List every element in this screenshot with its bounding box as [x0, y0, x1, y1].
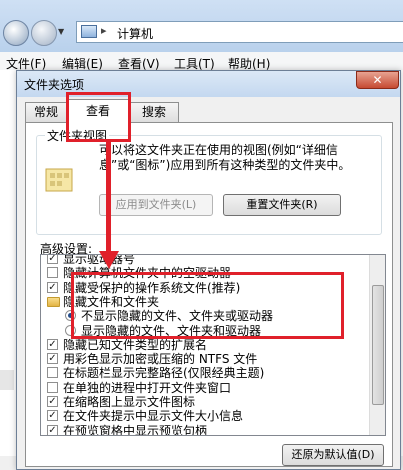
back-button[interactable]	[3, 20, 29, 46]
reset-folders-button[interactable]: 重置文件夹(R)	[223, 194, 341, 216]
checkbox-checked[interactable]: ✓	[47, 255, 58, 264]
checkbox-checked[interactable]: ✓	[47, 410, 58, 422]
checkbox-checked[interactable]: ✓	[47, 338, 58, 350]
checkbox-unchecked[interactable]	[47, 381, 58, 393]
breadcrumb-separator-icon[interactable]: ▸	[101, 24, 107, 37]
checkbox-unchecked[interactable]	[47, 267, 58, 279]
folder-icon	[47, 296, 60, 307]
folder-views-description: 可以将这文件夹正在使用的视图(例如“详细信息”或“图标”)应用到所有这种类型的文…	[99, 143, 351, 172]
dialog-title: 文件夹选项	[24, 78, 85, 92]
annotation-arrow-head-icon	[99, 251, 119, 269]
annotation-highlight-view-tab	[66, 92, 131, 142]
folder-views-group: 文件夹视图 可以将这文件夹正在使用的视图(例如“详细信息”或“图标”)应用到所有…	[36, 127, 382, 235]
forward-button[interactable]	[31, 20, 57, 46]
checkbox-checked[interactable]: ✓	[47, 396, 58, 407]
tab-search[interactable]: 搜索	[129, 102, 179, 122]
scrollbar-thumb[interactable]	[372, 285, 384, 405]
checkbox-unchecked[interactable]	[47, 367, 58, 379]
close-button[interactable]: ✕	[356, 71, 399, 89]
computer-icon	[81, 25, 97, 38]
annotation-highlight-hidden-files	[71, 272, 344, 339]
nav-history-dropdown-icon[interactable]: ▼	[58, 27, 64, 36]
folder-views-icon	[45, 168, 73, 192]
apply-to-folders-button[interactable]: 应用到文件夹(L)	[99, 194, 213, 216]
checkbox-checked[interactable]: ✓	[47, 281, 58, 293]
restore-defaults-button[interactable]: 还原为默认值(D)	[282, 444, 384, 466]
explorer-menubar: 文件(F) 编辑(E) 查看(V) 工具(T) 帮助(H)	[0, 52, 403, 71]
advanced-setting-row[interactable]: ✓ 在预览窗格中显示预览句柄	[41, 423, 369, 436]
breadcrumb-computer[interactable]: 计算机	[117, 25, 153, 42]
navigation-pane	[0, 370, 14, 390]
checkbox-checked[interactable]: ✓	[47, 424, 58, 435]
list-scrollbar[interactable]	[369, 255, 385, 435]
checkbox-checked[interactable]: ✓	[47, 353, 58, 365]
annotation-arrow-icon	[106, 142, 111, 252]
tab-general[interactable]: 常规	[25, 102, 67, 122]
address-bar[interactable]: ▸ 计算机	[76, 21, 403, 43]
advanced-setting-label: 在预览窗格中显示预览句柄	[63, 423, 208, 436]
